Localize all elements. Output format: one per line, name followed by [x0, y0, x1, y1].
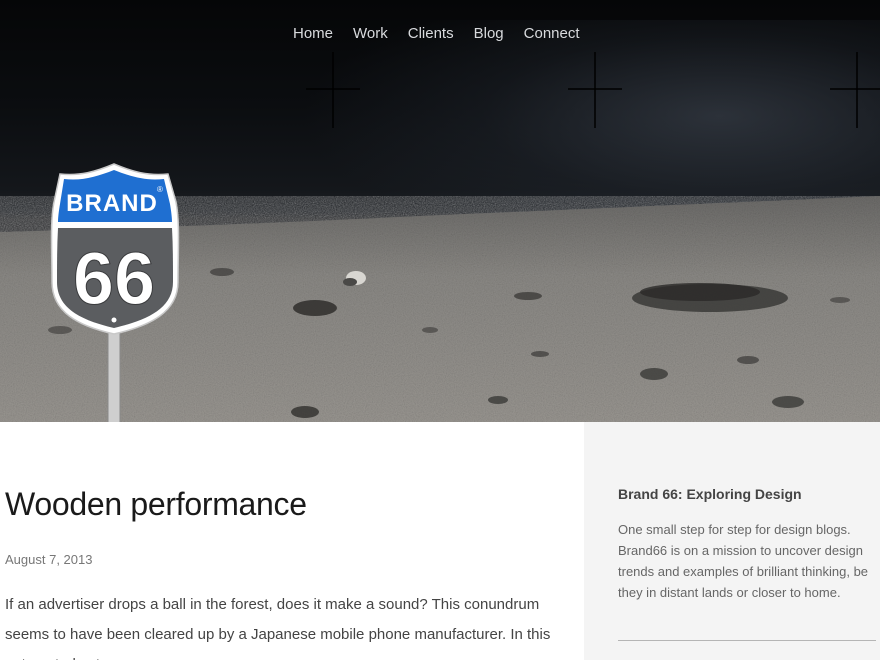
crosshair-mark — [568, 52, 622, 128]
sidebar-widget-title: Brand 66: Exploring Design — [618, 486, 802, 502]
nav-work[interactable]: Work — [343, 24, 398, 44]
sidebar-widget-text: One small step for step for design blogs… — [618, 522, 869, 600]
sidebar-divider — [618, 640, 876, 641]
nav-connect[interactable]: Connect — [514, 24, 590, 44]
main-nav: Home Work Clients Blog Connect — [283, 24, 590, 44]
post-date: August 7, 2013 — [5, 552, 93, 567]
nav-clients[interactable]: Clients — [398, 24, 464, 44]
crosshair-mark — [306, 52, 360, 128]
post-title[interactable]: Wooden performance — [5, 486, 307, 523]
sign-bolt — [111, 317, 117, 323]
logo-registered-mark: ® — [157, 185, 163, 194]
logo-number-text: 66 — [73, 237, 155, 320]
brand66-logo[interactable]: BRAND ® 66 — [50, 162, 180, 422]
nav-home[interactable]: Home — [283, 24, 343, 44]
hero-banner: Home Work Clients Blog Connect BRAND ® 6… — [0, 0, 880, 422]
post-excerpt: If an advertiser drops a ball in the for… — [5, 596, 551, 660]
crosshair-mark — [830, 52, 880, 128]
logo-brand-text: BRAND — [66, 190, 158, 217]
nav-blog[interactable]: Blog — [464, 24, 514, 44]
